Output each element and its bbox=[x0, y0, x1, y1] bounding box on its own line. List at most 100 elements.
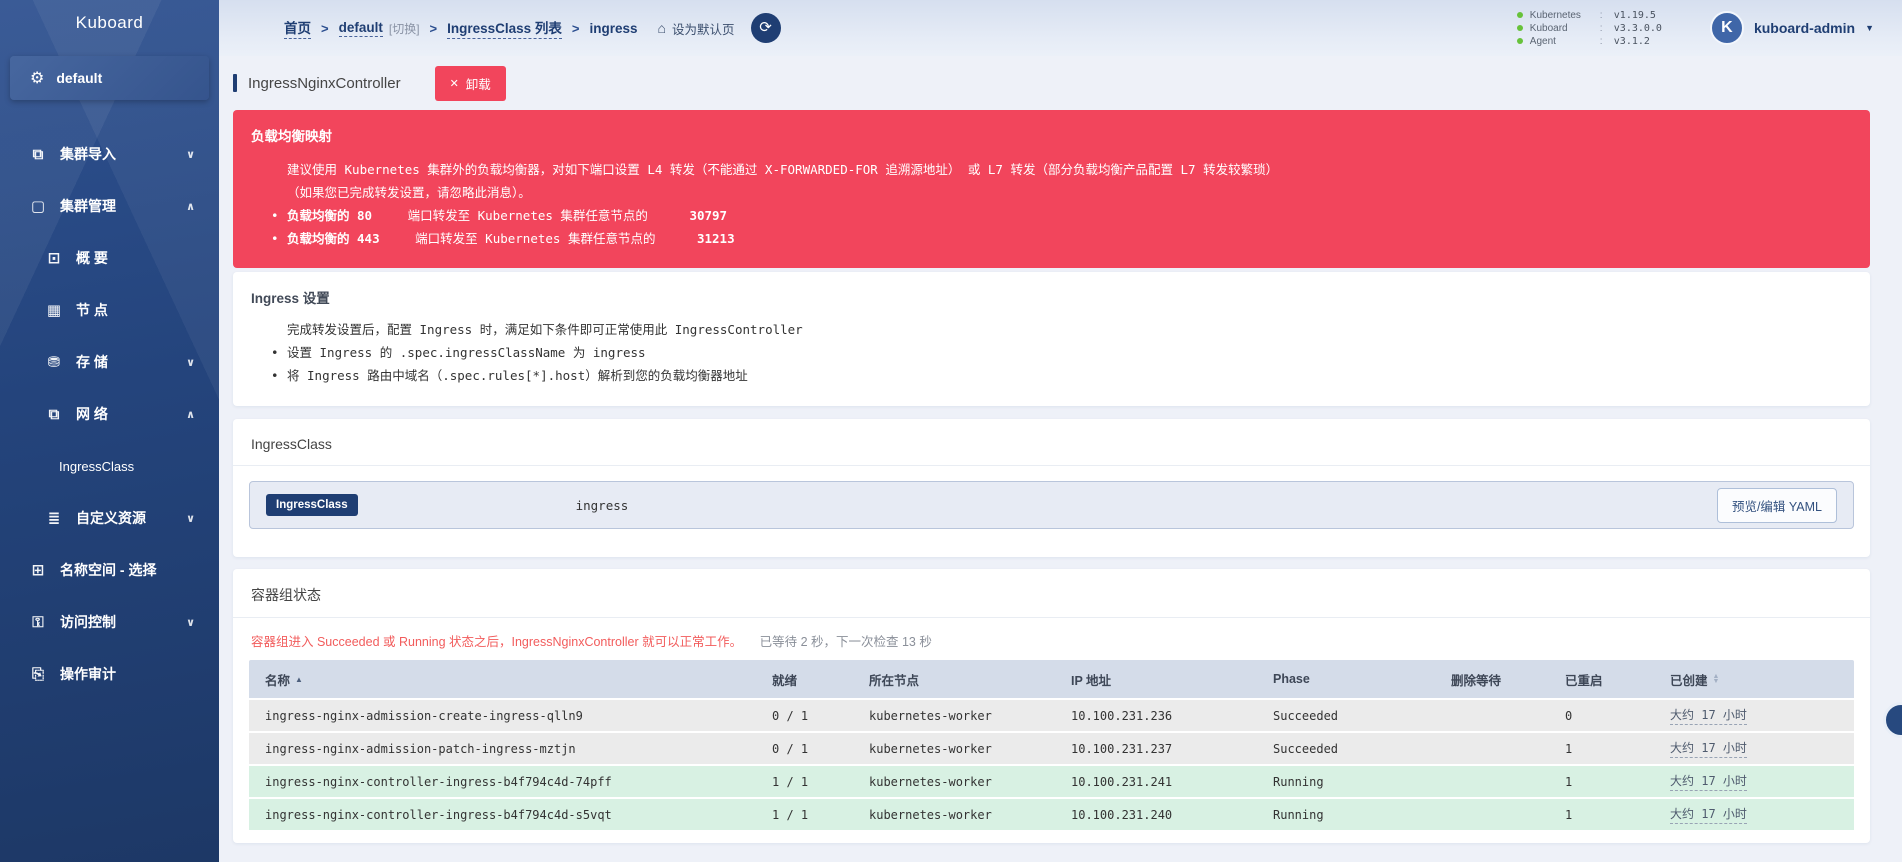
home-icon: ⌂ bbox=[658, 20, 666, 36]
column-header-created[interactable]: 已创建 ▲▼ bbox=[1654, 670, 1854, 689]
breadcrumb: 首页 > default [切换] > IngressClass 列表 > in… bbox=[284, 17, 638, 39]
pod-name: ingress-nginx-admission-create-ingress-q… bbox=[249, 709, 756, 723]
sidebar-item[interactable]: ⧉ 网 络 ∧ bbox=[0, 388, 219, 440]
sidebar: Kuboard ⚙ default ⧉ 集群导入 ∨ ▢ 集群管理 ∧ ⊡ 概 … bbox=[0, 0, 219, 862]
divider bbox=[233, 465, 1870, 466]
breadcrumb-separator: > bbox=[430, 21, 438, 36]
page-title: IngressNginxController bbox=[248, 75, 401, 92]
menu-icon: ≣ bbox=[44, 509, 64, 527]
chevron-icon: ∨ bbox=[186, 356, 195, 369]
chevron-icon: ∧ bbox=[186, 200, 195, 213]
version-label: Kubernetes bbox=[1530, 10, 1600, 21]
setup-bullet-item: 将 Ingress 路由中域名（.spec.rules[*].host）解析到您… bbox=[251, 364, 1852, 387]
gear-icon: ⚙ bbox=[30, 68, 44, 88]
sidebar-item[interactable]: ⧉ 集群导入 ∨ bbox=[0, 128, 219, 180]
main-content: IngressNginxController ✕ 卸载 负载均衡映射 建议使用 … bbox=[219, 56, 1902, 862]
pod-ip: 10.100.231.236 bbox=[1055, 709, 1257, 723]
breadcrumb-ingressclass-list[interactable]: IngressClass 列表 bbox=[447, 17, 562, 39]
app-logo: Kuboard bbox=[0, 0, 219, 46]
sidebar-item[interactable]: ▢ 集群管理 ∧ bbox=[0, 180, 219, 232]
pods-table: 名称 ▲ 就绪 所在节点 IP 地址 Phase 删除等待 已重启 已创建 ▲▼… bbox=[249, 660, 1854, 830]
column-header-ready: 就绪 bbox=[756, 670, 853, 689]
chevron-icon: ∧ bbox=[186, 408, 195, 421]
pod-restarts: 1 bbox=[1549, 775, 1654, 789]
port-mapping-item: 负载均衡的 80 端口转发至 Kubernetes 集群任意节点的 30797 bbox=[251, 204, 1852, 227]
mapping-text: 端口转发至 Kubernetes 集群任意节点的 bbox=[415, 231, 655, 246]
uninstall-button[interactable]: ✕ 卸载 bbox=[435, 66, 506, 101]
sidebar-item[interactable]: ▦ 节 点 bbox=[0, 284, 219, 336]
node-port: 30797 bbox=[689, 208, 727, 223]
column-header-name[interactable]: 名称 ▲ bbox=[249, 670, 756, 689]
pod-name: ingress-nginx-admission-patch-ingress-mz… bbox=[249, 742, 756, 756]
breadcrumb-separator: > bbox=[572, 21, 580, 36]
sidebar-item[interactable]: ⎘ 操作审计 bbox=[0, 648, 219, 700]
breadcrumb-home[interactable]: 首页 bbox=[284, 17, 311, 39]
sidebar-item-cluster-default[interactable]: ⚙ default bbox=[10, 56, 209, 100]
alert-title: 负载均衡映射 bbox=[251, 125, 1852, 145]
table-row: ingress-nginx-controller-ingress-b4f794c… bbox=[249, 766, 1854, 797]
ingressclass-name: ingress bbox=[576, 498, 629, 513]
sort-icon: ▲▼ bbox=[1713, 674, 1720, 684]
sidebar-item[interactable]: ⚿ 访问控制 ∨ bbox=[0, 596, 219, 648]
pod-ready: 0 / 1 bbox=[756, 742, 853, 756]
pod-created: 大约 17 小时 bbox=[1654, 805, 1854, 824]
title-accent-bar bbox=[233, 74, 237, 92]
version-row: Agent : v3.1.2 bbox=[1517, 35, 1662, 48]
chevron-down-icon: ▼ bbox=[1865, 23, 1874, 33]
set-default-label: 设为默认页 bbox=[672, 19, 735, 38]
table-row: ingress-nginx-controller-ingress-b4f794c… bbox=[249, 799, 1854, 830]
pods-status-card: 容器组状态 容器组进入 Succeeded 或 Running 状态之后，Ing… bbox=[233, 569, 1870, 843]
breadcrumb-separator: > bbox=[321, 21, 329, 36]
ingress-setup-bullets: 设置 Ingress 的 .spec.ingressClassName 为 in… bbox=[251, 341, 1852, 387]
alert-line-1: 建议使用 Kubernetes 集群外的负载均衡器，对如下端口设置 L4 转发（… bbox=[251, 158, 1852, 181]
pod-name: ingress-nginx-controller-ingress-b4f794c… bbox=[249, 775, 756, 789]
sidebar-item[interactable]: ⛃ 存 储 ∨ bbox=[0, 336, 219, 388]
menu-icon: ⚿ bbox=[28, 614, 48, 631]
chevron-icon: ∨ bbox=[186, 148, 195, 161]
version-value: v3.3.0.0 bbox=[1614, 23, 1662, 34]
preview-edit-yaml-button[interactable]: 预览/编辑 YAML bbox=[1717, 488, 1837, 523]
lb-port: 负载均衡的 443 bbox=[287, 231, 380, 246]
menu-icon: ▢ bbox=[28, 197, 48, 215]
pods-notice: 容器组进入 Succeeded 或 Running 状态之后，IngressNg… bbox=[233, 618, 1870, 660]
breadcrumb-cluster[interactable]: default bbox=[339, 20, 383, 37]
load-balancer-alert: 负载均衡映射 建议使用 Kubernetes 集群外的负载均衡器，对如下端口设置… bbox=[233, 110, 1870, 268]
menu-icon: ⛃ bbox=[44, 353, 64, 371]
breadcrumb-current: ingress bbox=[590, 21, 638, 36]
cluster-switch-link[interactable]: [切换] bbox=[389, 20, 420, 37]
sidebar-item[interactable]: IngressClass bbox=[0, 440, 219, 492]
pods-table-body: ingress-nginx-admission-create-ingress-q… bbox=[249, 700, 1854, 830]
pod-created: 大约 17 小时 bbox=[1654, 706, 1854, 725]
pod-name: ingress-nginx-controller-ingress-b4f794c… bbox=[249, 808, 756, 822]
version-colon: : bbox=[1600, 10, 1614, 21]
mapping-text: 端口转发至 Kubernetes 集群任意节点的 bbox=[408, 208, 648, 223]
uninstall-label: 卸载 bbox=[466, 74, 491, 93]
version-value: v1.19.5 bbox=[1614, 10, 1656, 21]
menu-label: 集群导入 bbox=[60, 144, 116, 164]
set-default-page-button[interactable]: ⌂ 设为默认页 bbox=[658, 19, 735, 38]
menu-label: 集群管理 bbox=[60, 196, 116, 216]
version-value: v3.1.2 bbox=[1614, 36, 1650, 47]
ingressclass-card: IngressClass IngressClass ingress 预览/编辑 … bbox=[233, 419, 1870, 557]
alert-port-mappings: 负载均衡的 80 端口转发至 Kubernetes 集群任意节点的 30797 … bbox=[251, 204, 1852, 250]
menu-icon: ⧉ bbox=[44, 406, 64, 423]
pod-node: kubernetes-worker bbox=[853, 709, 1055, 723]
version-row: Kubernetes : v1.19.5 bbox=[1517, 9, 1662, 22]
table-row: ingress-nginx-admission-create-ingress-q… bbox=[249, 700, 1854, 731]
pod-phase: Succeeded bbox=[1257, 742, 1435, 756]
sidebar-item[interactable]: ⊞ 名称空间 - 选择 bbox=[0, 544, 219, 596]
pod-ip: 10.100.231.241 bbox=[1055, 775, 1257, 789]
refresh-button[interactable]: ⟳ bbox=[751, 13, 781, 43]
sidebar-item[interactable]: ≣ 自定义资源 ∨ bbox=[0, 492, 219, 544]
alert-line-2: （如果您已完成转发设置，请忽略此消息）。 bbox=[251, 181, 1852, 204]
pod-ready: 0 / 1 bbox=[756, 709, 853, 723]
version-colon: : bbox=[1600, 23, 1614, 34]
pod-created: 大约 17 小时 bbox=[1654, 739, 1854, 758]
cluster-label: default bbox=[56, 70, 102, 86]
pod-phase: Running bbox=[1257, 775, 1435, 789]
table-row: ingress-nginx-admission-patch-ingress-mz… bbox=[249, 733, 1854, 764]
avatar[interactable]: K bbox=[1710, 11, 1744, 45]
sidebar-item[interactable]: ⊡ 概 要 bbox=[0, 232, 219, 284]
user-menu[interactable]: K kuboard-admin ▼ bbox=[1710, 11, 1874, 45]
pod-restarts: 0 bbox=[1549, 709, 1654, 723]
